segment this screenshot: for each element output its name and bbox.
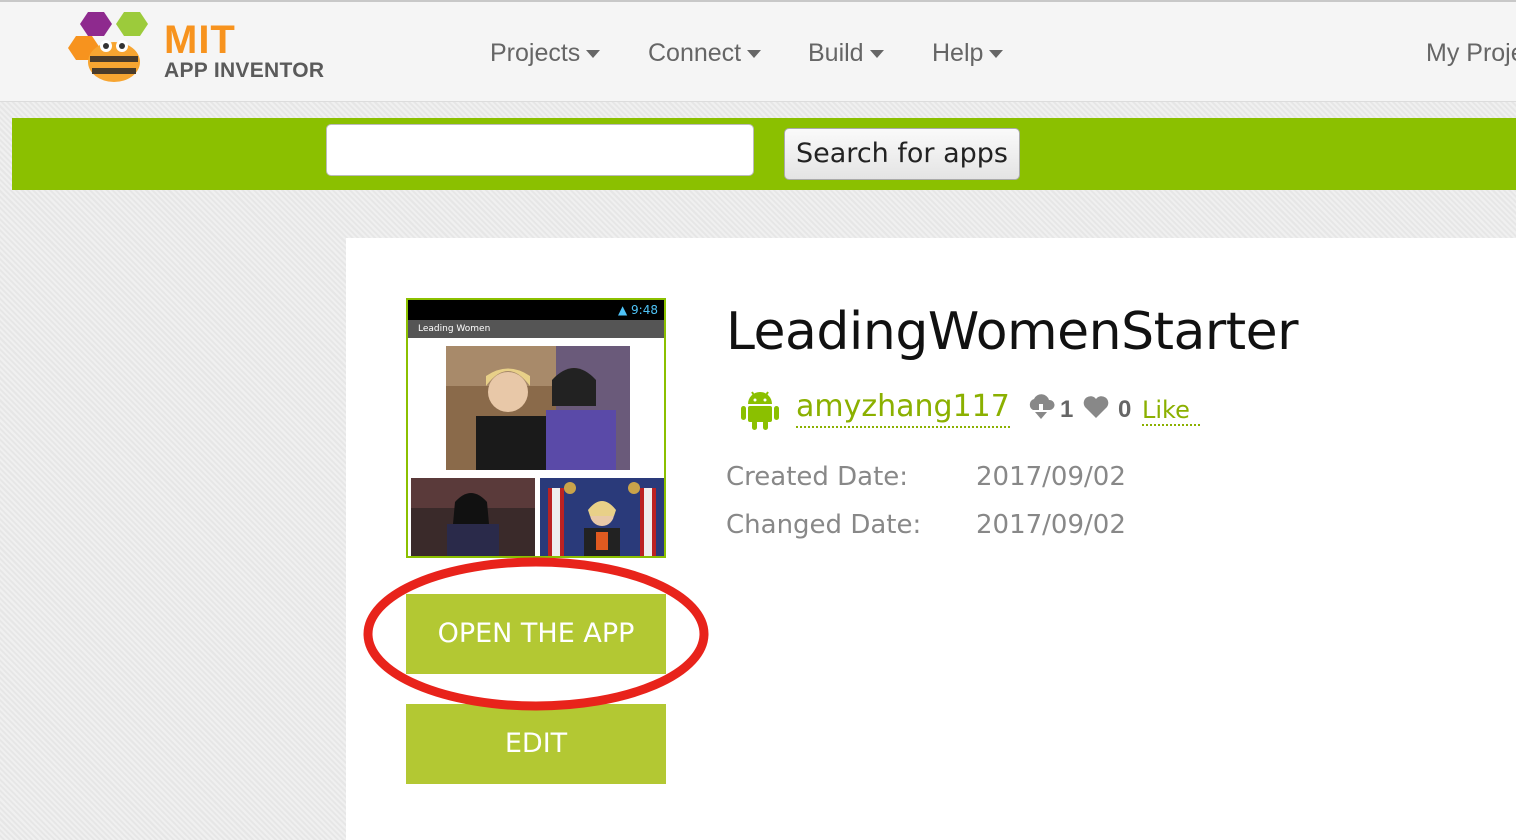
gallery-search-bar: Search for apps	[12, 118, 1516, 190]
android-icon	[741, 391, 779, 430]
nav-help-label: Help	[932, 39, 984, 67]
nav-my-projects[interactable]: My Proje	[1426, 38, 1516, 68]
nav-help[interactable]: Help	[932, 38, 1004, 68]
download-count: 1	[1060, 396, 1074, 423]
like-link[interactable]: Like	[1142, 396, 1200, 426]
highlight-ellipse	[363, 557, 709, 711]
photo-image	[446, 346, 630, 470]
phone-title-bar: Leading Women	[408, 320, 664, 338]
wifi-icon: ▲	[617, 303, 628, 317]
nav-connect-label: Connect	[648, 39, 742, 67]
top-navigation-bar: MIT APP INVENTOR Projects Connect Build …	[0, 0, 1516, 102]
logo-title: MIT	[164, 18, 236, 62]
photo-image	[411, 478, 535, 556]
search-button[interactable]: Search for apps	[784, 128, 1020, 180]
chevron-down-icon	[869, 50, 884, 59]
app-title: LeadingWomenStarter	[726, 302, 1299, 362]
changed-date-label: Changed Date:	[726, 510, 922, 540]
download-icon	[1029, 394, 1055, 419]
photo-image	[540, 478, 664, 556]
app-screenshot: ▲ 9:48 Leading Women	[406, 298, 666, 558]
status-time: 9:48	[631, 303, 658, 317]
nav-connect[interactable]: Connect	[648, 38, 762, 68]
chevron-down-icon	[747, 50, 762, 59]
nav-projects-label: Projects	[490, 39, 581, 67]
phone-status-bar: ▲ 9:48	[408, 300, 664, 320]
like-count: 0	[1118, 396, 1132, 423]
search-input[interactable]	[326, 124, 754, 176]
heart-icon[interactable]	[1082, 394, 1110, 420]
nav-projects[interactable]: Projects	[490, 38, 601, 68]
created-date-label: Created Date:	[726, 462, 909, 492]
created-date-value: 2017/09/02	[976, 462, 1126, 492]
changed-date-value: 2017/09/02	[976, 510, 1126, 540]
chevron-down-icon	[586, 50, 601, 59]
app-inventor-logo-icon	[68, 12, 148, 82]
author-link[interactable]: amyzhang117	[796, 388, 1010, 428]
logo-subtitle: APP INVENTOR	[164, 59, 325, 82]
chevron-down-icon	[989, 50, 1004, 59]
nav-build[interactable]: Build	[808, 38, 884, 68]
app-inventor-logo[interactable]: MIT APP INVENTOR	[66, 10, 326, 90]
nav-build-label: Build	[808, 39, 864, 67]
